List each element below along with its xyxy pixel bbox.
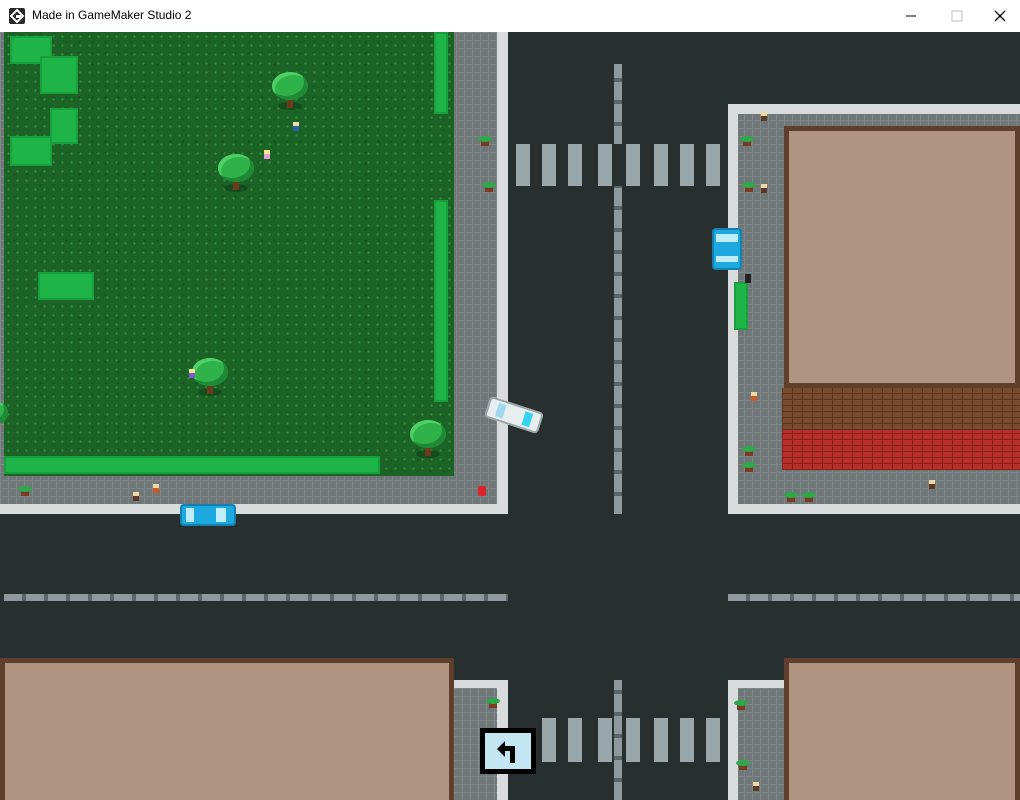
potted-plant <box>18 486 32 496</box>
park-grass <box>4 32 454 476</box>
tree <box>270 72 310 112</box>
hedge-bottom <box>4 456 380 474</box>
potted-plant <box>740 136 754 146</box>
building-roof-bottom-right <box>784 658 1020 800</box>
left-turn-arrow-icon <box>497 741 515 763</box>
hedge <box>40 56 78 94</box>
park-curb-bottom <box>0 504 508 514</box>
potted-plant <box>784 492 798 502</box>
potted-plant <box>742 462 756 472</box>
game-canvas[interactable] <box>0 32 1020 800</box>
building-wall-brown <box>782 388 1020 430</box>
hedge-right <box>434 200 448 402</box>
potted-plant <box>742 446 756 456</box>
pedestrian <box>263 150 271 160</box>
blue-car-left-road[interactable] <box>180 504 236 526</box>
potted-plant <box>486 698 500 708</box>
pedestrian <box>188 369 196 379</box>
hedge-right-top <box>434 32 448 114</box>
potted-plant <box>742 182 756 192</box>
pedestrian <box>752 782 760 792</box>
hedge <box>50 108 78 144</box>
hedge <box>10 136 52 166</box>
hedge <box>38 272 94 300</box>
pedestrian <box>132 492 140 502</box>
building-wall-red <box>782 430 1020 470</box>
window-titlebar: Made in GameMaker Studio 2 <box>0 0 1020 32</box>
east-curb-bottom <box>728 504 1020 514</box>
se-curb-left <box>728 680 738 800</box>
pedestrian <box>152 484 160 494</box>
pedestrian <box>292 122 300 132</box>
building-roof <box>784 126 1020 388</box>
potted-plant <box>482 182 496 192</box>
hedge-east <box>734 282 748 330</box>
lane-marking-north-south <box>614 186 622 514</box>
lane-marking-west <box>4 594 508 601</box>
minimize-button[interactable] <box>888 0 934 32</box>
fire-hydrant <box>478 486 486 496</box>
gamemaker-icon <box>9 8 25 24</box>
minimize-icon <box>906 15 916 17</box>
pedestrian <box>760 112 768 122</box>
park-curb-right <box>497 32 508 514</box>
close-button[interactable] <box>980 0 1020 32</box>
left-turn-sign <box>480 728 536 774</box>
tree <box>190 358 230 398</box>
pedestrian <box>928 480 936 490</box>
tree <box>0 402 10 432</box>
lane-marking-north <box>614 64 622 144</box>
crosswalk-north <box>514 144 724 186</box>
close-icon <box>994 10 1006 22</box>
lane-marking-east <box>728 594 1020 601</box>
potted-plant <box>734 700 748 710</box>
maximize-icon <box>951 10 963 22</box>
east-curb-top <box>728 104 1020 114</box>
pedestrian <box>744 274 752 284</box>
tree <box>408 420 448 460</box>
potted-plant <box>802 492 816 502</box>
potted-plant <box>736 760 750 770</box>
building-roof-bottom-left <box>0 658 454 800</box>
pedestrian <box>760 184 768 194</box>
maximize-button[interactable] <box>934 0 980 32</box>
potted-plant <box>478 136 492 146</box>
pedestrian <box>750 392 758 402</box>
blue-car-east-road[interactable] <box>712 228 742 270</box>
crosswalk-south <box>540 718 724 762</box>
window-title: Made in GameMaker Studio 2 <box>32 8 192 22</box>
tree <box>216 154 256 194</box>
